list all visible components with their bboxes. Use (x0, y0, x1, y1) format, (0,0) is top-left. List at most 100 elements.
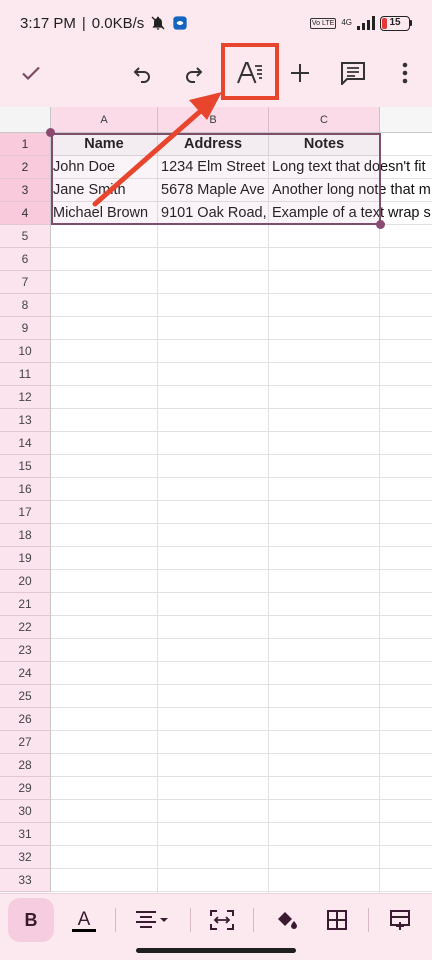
row-header-2[interactable]: 2 (0, 156, 51, 179)
row-header-12[interactable]: 12 (0, 386, 51, 409)
gridline (51, 569, 432, 570)
gridline (51, 316, 432, 317)
cell-c4[interactable]: Example of a text wrap s (270, 202, 432, 225)
row-header-22[interactable]: 22 (0, 616, 51, 639)
merge-cells-icon (210, 910, 234, 930)
merge-cells-button[interactable] (200, 898, 244, 942)
cell-b1[interactable]: Address (158, 133, 268, 156)
cell-a4[interactable]: Michael Brown (51, 202, 157, 225)
cell-c1[interactable]: Notes (269, 133, 379, 156)
row-header-18[interactable]: 18 (0, 524, 51, 547)
borders-button[interactable] (315, 898, 359, 942)
row-header-11[interactable]: 11 (0, 363, 51, 386)
gridline (51, 684, 432, 685)
add-icon[interactable] (278, 51, 322, 95)
select-all-corner[interactable] (0, 107, 51, 133)
bold-button[interactable]: B (8, 898, 54, 942)
row-header-32[interactable]: 32 (0, 846, 51, 869)
app-notification-icon (172, 15, 188, 31)
cell-a1[interactable]: Name (51, 133, 157, 156)
gridline (51, 868, 432, 869)
gridline (51, 247, 432, 248)
undo-icon[interactable] (120, 51, 164, 95)
more-vert-icon[interactable] (383, 51, 427, 95)
row-header-33[interactable]: 33 (0, 869, 51, 892)
gridline (51, 546, 432, 547)
row-header-3[interactable]: 3 (0, 179, 51, 202)
column-header-a[interactable]: A (51, 107, 158, 133)
row-header-25[interactable]: 25 (0, 685, 51, 708)
column-header-d[interactable] (380, 107, 432, 133)
cell-b2[interactable]: 1234 Elm Street (159, 156, 268, 179)
row-header-31[interactable]: 31 (0, 823, 51, 846)
cell-a2[interactable]: John Doe (51, 156, 157, 179)
row-header-30[interactable]: 30 (0, 800, 51, 823)
column-header-b[interactable]: B (158, 107, 269, 133)
gridline (51, 431, 432, 432)
align-button[interactable] (128, 898, 178, 942)
insert-icon (390, 910, 410, 930)
top-toolbar (0, 46, 432, 100)
row-header-10[interactable]: 10 (0, 340, 51, 363)
gridline (51, 477, 432, 478)
gridline (51, 799, 432, 800)
text-color-icon: A (72, 909, 96, 932)
cell-b3[interactable]: 5678 Maple Ave (159, 179, 268, 202)
row-header-9[interactable]: 9 (0, 317, 51, 340)
column-header-c[interactable]: C (269, 107, 380, 133)
cell-c3[interactable]: Another long note that m (270, 179, 432, 202)
gridline (51, 615, 432, 616)
gridline (51, 638, 432, 639)
row-header-15[interactable]: 15 (0, 455, 51, 478)
gesture-nav-handle[interactable] (136, 948, 296, 953)
gridline (51, 730, 432, 731)
battery-icon: 15 (380, 15, 412, 31)
gridline (51, 408, 432, 409)
row-header-28[interactable]: 28 (0, 754, 51, 777)
bottom-format-bar: B A (0, 893, 432, 945)
row-header-6[interactable]: 6 (0, 248, 51, 271)
row-header-20[interactable]: 20 (0, 570, 51, 593)
insert-button[interactable] (378, 898, 422, 942)
row-header-29[interactable]: 29 (0, 777, 51, 800)
row-header-1[interactable]: 1 (0, 133, 51, 156)
row-header-14[interactable]: 14 (0, 432, 51, 455)
row-header-21[interactable]: 21 (0, 593, 51, 616)
check-icon[interactable] (9, 51, 53, 95)
cell-area[interactable]: Name Address Notes John Doe 1234 Elm Str… (46, 128, 432, 893)
cell-c2[interactable]: Long text that doesn't fit (270, 156, 432, 179)
text-color-button[interactable]: A (62, 898, 106, 942)
row-header-26[interactable]: 26 (0, 708, 51, 731)
gridline (51, 753, 432, 754)
selection-handle-start[interactable] (46, 128, 55, 137)
row-header-13[interactable]: 13 (0, 409, 51, 432)
row-header-19[interactable]: 19 (0, 547, 51, 570)
svg-text:A: A (78, 909, 91, 930)
gridline (51, 592, 432, 593)
row-header-27[interactable]: 27 (0, 731, 51, 754)
row-header-4[interactable]: 4 (0, 202, 51, 225)
row-header-16[interactable]: 16 (0, 478, 51, 501)
cell-a3[interactable]: Jane Smith (51, 179, 157, 202)
row-header-7[interactable]: 7 (0, 271, 51, 294)
volte-icon: Vo LTE (309, 17, 337, 29)
network-gen-label: 4G (341, 18, 352, 27)
selection-handle-end[interactable] (376, 220, 385, 229)
comment-icon[interactable] (331, 51, 375, 95)
cell-b4[interactable]: 9101 Oak Road, (159, 202, 268, 225)
redo-icon[interactable] (172, 51, 216, 95)
row-header-8[interactable]: 8 (0, 294, 51, 317)
fill-color-icon (278, 912, 297, 929)
gridline (51, 891, 432, 892)
align-icon (136, 911, 168, 928)
bold-icon: B (24, 909, 38, 930)
row-header-17[interactable]: 17 (0, 501, 51, 524)
text-format-icon[interactable] (228, 51, 272, 95)
row-header-24[interactable]: 24 (0, 662, 51, 685)
row-header-5[interactable]: 5 (0, 225, 51, 248)
gridline (51, 822, 432, 823)
fill-color-button[interactable] (264, 898, 308, 942)
row-header-23[interactable]: 23 (0, 639, 51, 662)
borders-icon (327, 910, 347, 930)
gridline (51, 500, 432, 501)
